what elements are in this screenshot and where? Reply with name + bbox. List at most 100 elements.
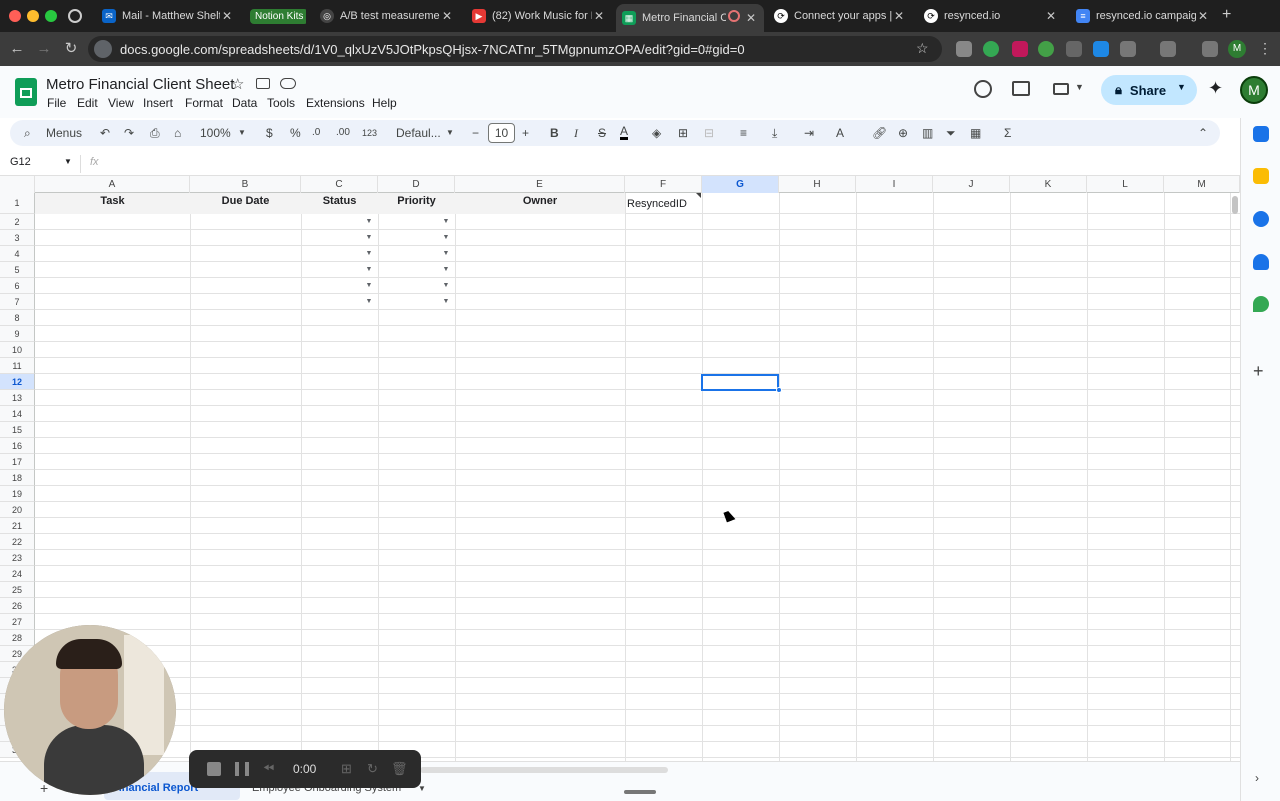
- tab-resynced[interactable]: ⟳ resynced.io ✕: [918, 4, 1064, 28]
- decrease-font-size-button[interactable]: −: [472, 124, 479, 142]
- delete-icon[interactable]: 🗑︎: [391, 761, 408, 777]
- column-header-k[interactable]: K: [1010, 176, 1087, 193]
- status-dropdown-chevron-icon[interactable]: ▼: [364, 249, 374, 259]
- row-header-5[interactable]: 5: [0, 262, 35, 278]
- row-header-18[interactable]: 18: [0, 470, 35, 486]
- recorder-extension-icon[interactable]: [1012, 41, 1028, 57]
- functions-button[interactable]: Σ: [1004, 124, 1011, 142]
- menus-search[interactable]: Menus: [46, 124, 82, 142]
- menu-insert[interactable]: Insert: [143, 96, 173, 110]
- address-bar[interactable]: docs.google.com/spreadsheets/d/1V0_qlxUz…: [88, 36, 942, 62]
- site-info-icon[interactable]: [94, 40, 112, 58]
- column-header-f[interactable]: F: [625, 176, 702, 193]
- insert-comment-icon[interactable]: ⊕: [898, 124, 908, 142]
- column-header-h[interactable]: H: [779, 176, 856, 193]
- insert-link-icon[interactable]: 🔗︎: [872, 124, 887, 142]
- active-cell-g12[interactable]: [701, 374, 779, 391]
- status-dropdown-chevron-icon[interactable]: ▼: [364, 265, 374, 275]
- redo-icon[interactable]: ↷: [124, 124, 134, 142]
- expand-panel-icon[interactable]: ›: [1255, 771, 1259, 785]
- menu-help[interactable]: Help: [372, 96, 397, 110]
- chevron-down-icon[interactable]: ▼: [1075, 82, 1084, 92]
- tab-connect-apps[interactable]: ⟳ Connect your apps | re ✕: [768, 4, 912, 28]
- font-chevron-icon[interactable]: ▼: [446, 124, 454, 142]
- collapse-toolbar-icon[interactable]: ⌃: [1198, 124, 1208, 142]
- paint-format-icon[interactable]: ⌂: [174, 124, 181, 142]
- merge-cells-icon[interactable]: ⊟: [704, 124, 714, 142]
- close-tab-icon[interactable]: ✕: [1044, 9, 1058, 23]
- menu-format[interactable]: Format: [185, 96, 223, 110]
- tab-search-icon[interactable]: [1160, 41, 1176, 57]
- vertical-scrollbar[interactable]: [1232, 196, 1238, 214]
- tab-mail[interactable]: ✉ Mail - Matthew Shelton ✕: [96, 4, 240, 28]
- priority-dropdown-chevron-icon[interactable]: ▼: [441, 281, 451, 291]
- row-header-19[interactable]: 19: [0, 486, 35, 502]
- row-header-11[interactable]: 11: [0, 358, 35, 374]
- browser-menu-icon[interactable]: ⋮: [1258, 40, 1272, 57]
- row-header-16[interactable]: 16: [0, 438, 35, 454]
- header-due-date[interactable]: Due Date: [190, 195, 301, 207]
- row-header-23[interactable]: 23: [0, 550, 35, 566]
- status-dropdown-chevron-icon[interactable]: ▼: [364, 297, 374, 307]
- row-header-20[interactable]: 20: [0, 502, 35, 518]
- menu-edit[interactable]: Edit: [77, 96, 98, 110]
- play-extension-icon[interactable]: [1038, 41, 1054, 57]
- font-size-input[interactable]: 10: [488, 123, 515, 143]
- name-box-chevron-icon[interactable]: ▼: [64, 157, 72, 166]
- tab-resynced-campaign[interactable]: ≡ resynced.io campaign ✕: [1070, 4, 1216, 28]
- back-button[interactable]: ←: [7, 39, 27, 59]
- fill-color-icon[interactable]: ◈: [652, 124, 661, 142]
- tab-metro-financial[interactable]: ▦ Metro Financial Cli ✕: [616, 4, 764, 32]
- row-header-12[interactable]: 12: [0, 374, 35, 390]
- row-header-3[interactable]: 3: [0, 230, 35, 246]
- zoom-select[interactable]: 100%: [200, 124, 231, 142]
- increase-decimal-button[interactable]: .00: [336, 124, 350, 142]
- horizontal-scrollbar[interactable]: [420, 767, 668, 773]
- priority-dropdown-chevron-icon[interactable]: ▼: [441, 233, 451, 243]
- cloud-status-icon[interactable]: [280, 78, 296, 89]
- column-header-b[interactable]: B: [190, 176, 301, 193]
- horizontal-align-icon[interactable]: ≡: [740, 124, 747, 142]
- pause-recording-button[interactable]: [235, 762, 249, 776]
- close-tab-icon[interactable]: ✕: [440, 9, 454, 23]
- gemini-icon[interactable]: ✦: [1208, 78, 1223, 99]
- priority-dropdown-chevron-icon[interactable]: ▼: [441, 265, 451, 275]
- tab-work-music[interactable]: ▶ (82) Work Music for M ✕: [466, 4, 612, 28]
- bookmark-star-icon[interactable]: ☆: [916, 40, 929, 57]
- row-header-1[interactable]: 1: [0, 193, 35, 214]
- restart-icon[interactable]: ↻: [367, 761, 378, 777]
- stop-recording-button[interactable]: [207, 762, 221, 776]
- rewind-icon[interactable]: ⏪︎: [263, 760, 274, 777]
- move-folder-icon[interactable]: [256, 78, 270, 89]
- extensions-puzzle-icon[interactable]: [1120, 41, 1136, 57]
- close-window-button[interactable]: [9, 10, 21, 22]
- bold-button[interactable]: B: [550, 124, 559, 142]
- close-tab-icon[interactable]: ✕: [1196, 9, 1210, 23]
- row-header-13[interactable]: 13: [0, 390, 35, 406]
- text-wrap-icon[interactable]: ⇥: [804, 124, 814, 142]
- comments-icon[interactable]: [1012, 81, 1030, 96]
- tab-notion-kits[interactable]: Notion Kits: [246, 4, 306, 28]
- keep-icon[interactable]: [1253, 168, 1269, 184]
- column-header-c[interactable]: C: [301, 176, 378, 193]
- close-tab-icon[interactable]: ✕: [592, 9, 606, 23]
- percent-format-button[interactable]: %: [290, 124, 301, 142]
- close-tab-icon[interactable]: ✕: [892, 9, 906, 23]
- translate-extension-icon[interactable]: [1093, 41, 1109, 57]
- maps-icon[interactable]: [1253, 296, 1269, 312]
- row-header-25[interactable]: 25: [0, 582, 35, 598]
- priority-dropdown-chevron-icon[interactable]: ▼: [441, 249, 451, 259]
- contacts-icon[interactable]: [1253, 254, 1269, 270]
- sheet-tab-chevron-icon[interactable]: ▼: [418, 784, 426, 793]
- header-priority[interactable]: Priority: [378, 195, 455, 207]
- profile-avatar[interactable]: M: [1228, 40, 1246, 58]
- account-avatar[interactable]: M: [1240, 76, 1268, 104]
- status-dropdown-chevron-icon[interactable]: ▼: [364, 233, 374, 243]
- header-resynced-id[interactable]: ResyncedID: [627, 198, 701, 210]
- increase-font-size-button[interactable]: +: [522, 124, 529, 142]
- document-title[interactable]: Metro Financial Client Sheet: [46, 76, 234, 93]
- decrease-decimal-button[interactable]: .0: [312, 124, 320, 142]
- header-owner[interactable]: Owner: [455, 195, 625, 207]
- row-header-9[interactable]: 9: [0, 326, 35, 342]
- horizontal-scroll-handle[interactable]: [624, 790, 656, 794]
